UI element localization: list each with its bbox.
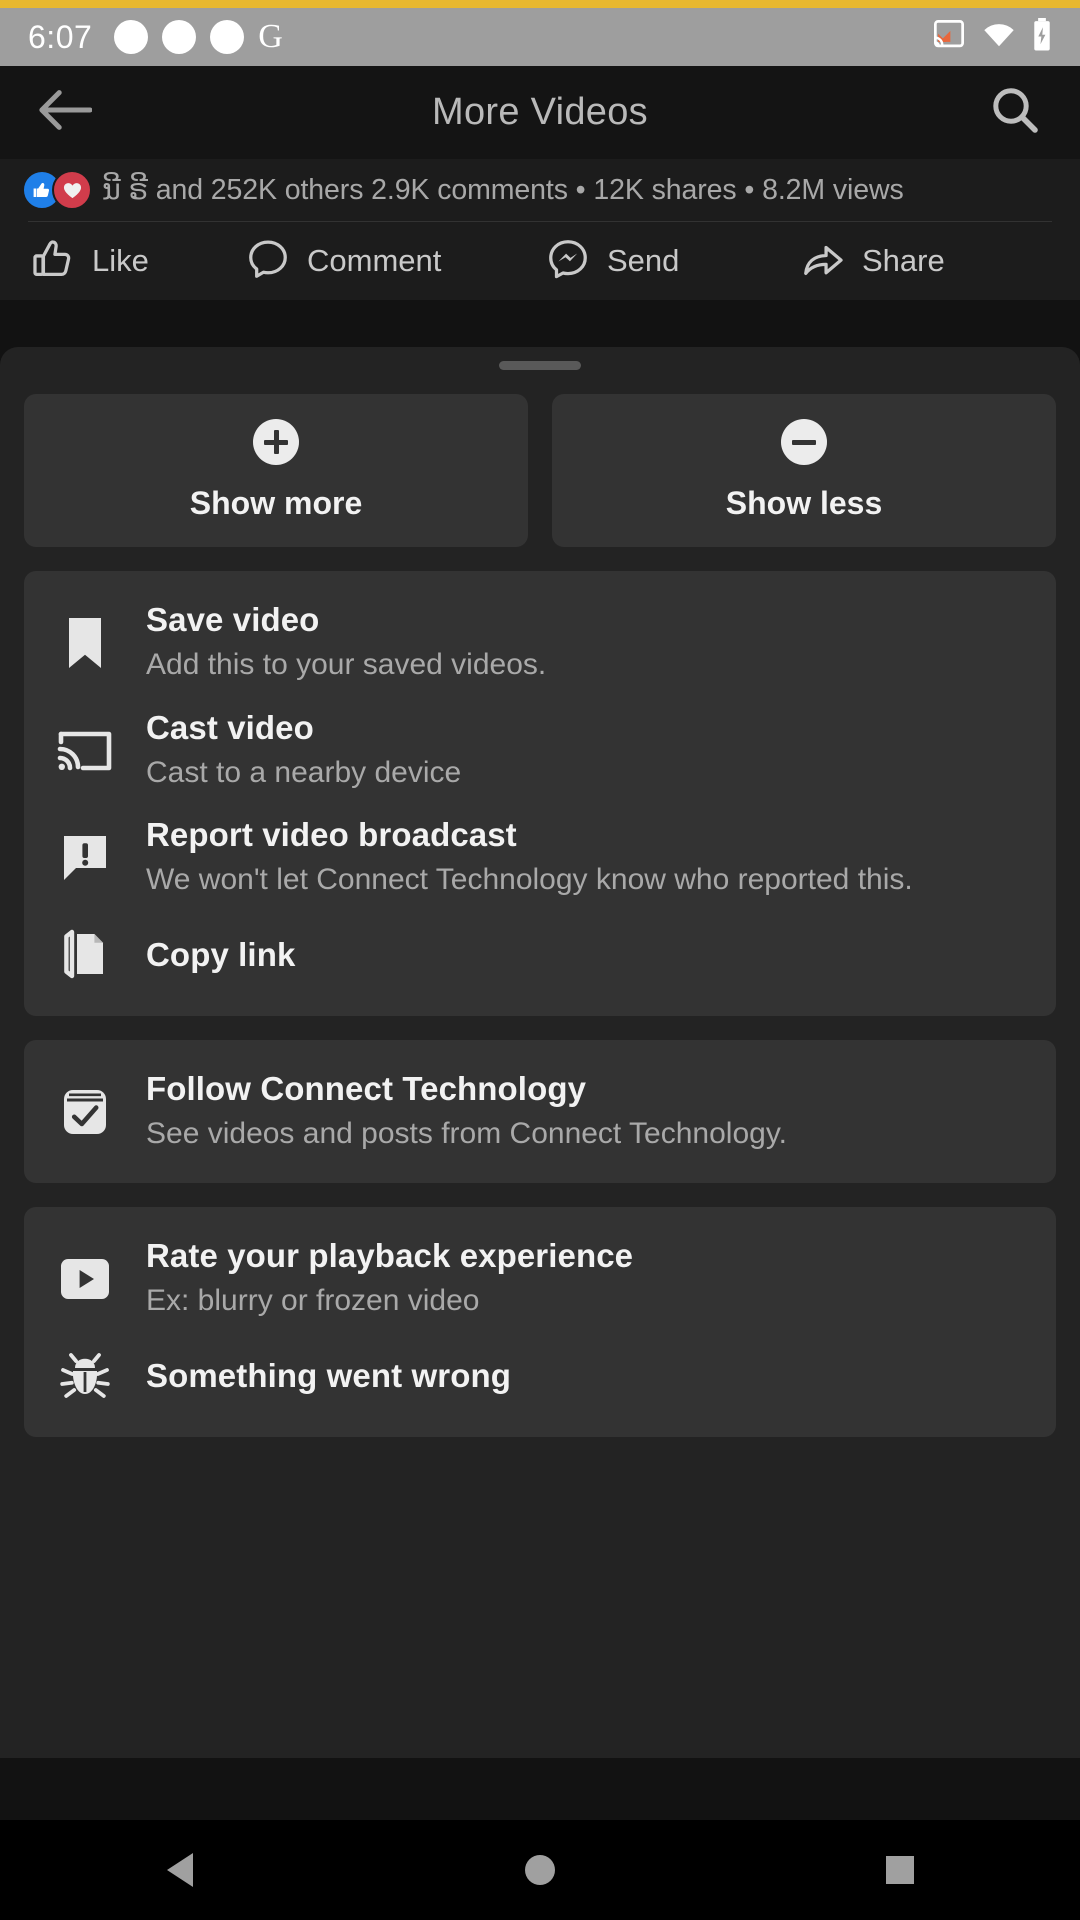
send-button[interactable]: Send [545, 236, 800, 287]
dot-icon [210, 20, 245, 54]
plus-circle-icon [253, 419, 299, 465]
copy-link-title: Copy link [146, 935, 296, 973]
wifi-icon [982, 21, 1016, 54]
show-more-label: Show more [189, 485, 363, 521]
save-video-option[interactable]: Save video Add this to your saved videos… [24, 589, 1056, 697]
dot-icon [162, 20, 197, 54]
dot-icon [114, 20, 149, 54]
save-video-title: Save video [146, 601, 320, 638]
status-bar: 6:07 G [0, 8, 1080, 66]
report-bubble-icon [54, 827, 116, 889]
sheet-content: Show more Show less Save video Add this … [0, 370, 1080, 1437]
follow-page-option[interactable]: Follow Connect Technology See videos and… [24, 1058, 1056, 1166]
bug-icon [54, 1345, 116, 1407]
minus-circle-icon [781, 419, 827, 465]
android-navigation-bar [0, 1820, 1080, 1920]
share-button-label: Share [862, 243, 945, 278]
arrow-left-icon [38, 88, 93, 137]
something-wrong-title: Something went wrong [146, 1356, 511, 1394]
nav-back-triangle-icon [167, 1853, 193, 1887]
messenger-send-icon [545, 236, 591, 287]
phone-screen: 6:07 G More Videos ນີ ຣີ and 252K others… [0, 0, 1080, 1920]
google-g-icon: G [258, 18, 283, 55]
follow-page-text: Follow Connect Technology See videos and… [146, 1070, 787, 1154]
rate-playback-subtitle: Ex: blurry or frozen video [146, 1284, 480, 1318]
thumbs-up-icon [30, 236, 76, 287]
options-group-feedback: Rate your playback experience Ex: blurry… [24, 1207, 1056, 1437]
cast-active-icon [932, 19, 966, 55]
post-engagement-region: ນີ ຣີ and 252K others 2.9K comments • 12… [0, 159, 1080, 222]
save-video-text: Save video Add this to your saved videos… [146, 601, 546, 685]
cast-icon [54, 719, 116, 781]
bookmark-icon [54, 612, 116, 674]
nav-back-button[interactable] [120, 1820, 240, 1920]
engagement-summary-text: ນີ ຣີ and 252K others 2.9K comments • 12… [102, 174, 904, 206]
follow-page-subtitle: See videos and posts from Connect Techno… [146, 1116, 787, 1150]
rate-playback-title: Rate your playback experience [146, 1237, 634, 1275]
follow-check-icon [54, 1081, 116, 1143]
engagement-summary-row[interactable]: ນີ ຣີ and 252K others 2.9K comments • 12… [22, 159, 1058, 221]
nav-home-circle-icon [525, 1855, 555, 1885]
comment-button[interactable]: Comment [245, 236, 545, 287]
rate-playback-text: Rate your playback experience Ex: blurry… [146, 1237, 633, 1321]
report-video-title: Report video broadcast [146, 816, 517, 854]
love-reaction-badge [52, 170, 92, 210]
show-less-label: Show less [725, 485, 883, 521]
nav-home-button[interactable] [480, 1820, 600, 1920]
follow-page-title: Follow Connect Technology [146, 1069, 587, 1107]
cast-video-text: Cast video Cast to a nearby device [146, 709, 461, 793]
options-bottom-sheet: Show more Show less Save video Add this … [0, 347, 1080, 1920]
report-video-text: Report video broadcast We won't let Conn… [146, 816, 913, 900]
copy-link-option[interactable]: Copy link [24, 912, 1056, 998]
status-clock: 6:07 [28, 18, 93, 55]
back-button[interactable] [30, 78, 100, 148]
search-icon [989, 84, 1041, 141]
top-accent-strip [0, 0, 1080, 8]
save-video-subtitle: Add this to your saved videos. [146, 648, 547, 681]
app-bar: More Videos [0, 66, 1080, 159]
like-button[interactable]: Like [30, 236, 245, 287]
page-title: More Videos [432, 91, 648, 133]
reaction-badges [22, 170, 92, 210]
options-group-follow: Follow Connect Technology See videos and… [24, 1039, 1056, 1184]
send-button-label: Send [607, 243, 680, 278]
sheet-bottom-fill [0, 1758, 1080, 1820]
battery-charging-icon [1032, 17, 1052, 57]
comment-bubble-icon [245, 236, 291, 287]
play-rectangle-icon [54, 1248, 116, 1310]
status-system-icons [932, 17, 1052, 57]
search-button[interactable] [980, 78, 1050, 148]
copy-link-icon [54, 924, 116, 986]
show-more-button[interactable]: Show more [24, 394, 528, 547]
copy-link-text: Copy link [146, 936, 295, 974]
something-wrong-text: Something went wrong [146, 1357, 511, 1395]
status-notification-icons: G [114, 20, 283, 54]
report-video-subtitle: We won't let Connect Technology know who… [146, 863, 913, 897]
feed-preference-toggles: Show more Show less [24, 394, 1056, 547]
show-less-button[interactable]: Show less [552, 394, 1056, 547]
nav-recents-button[interactable] [840, 1820, 960, 1920]
like-button-label: Like [92, 243, 149, 278]
options-group-video: Save video Add this to your saved videos… [24, 571, 1056, 1016]
sheet-drag-handle[interactable] [499, 361, 581, 370]
comment-button-label: Comment [307, 243, 442, 278]
post-action-bar: Like Comment Send Share [0, 222, 1080, 300]
rate-playback-option[interactable]: Rate your playback experience Ex: blurry… [24, 1225, 1056, 1333]
cast-video-title: Cast video [146, 708, 314, 746]
something-wrong-option[interactable]: Something went wrong [24, 1333, 1056, 1419]
cast-video-option[interactable]: Cast video Cast to a nearby device [24, 697, 1056, 805]
share-button[interactable]: Share [800, 236, 945, 287]
share-arrow-icon [800, 236, 846, 287]
nav-recents-square-icon [886, 1856, 914, 1884]
cast-video-subtitle: Cast to a nearby device [146, 755, 462, 789]
report-video-option[interactable]: Report video broadcast We won't let Conn… [24, 804, 1056, 912]
